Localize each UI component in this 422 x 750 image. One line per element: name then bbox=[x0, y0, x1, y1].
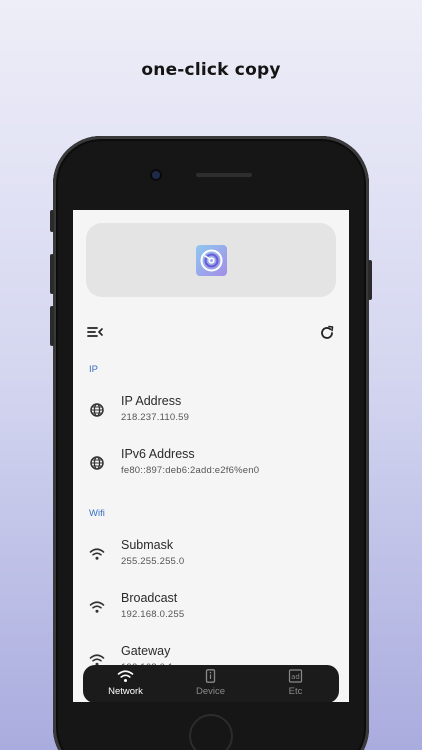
front-camera bbox=[152, 171, 160, 179]
toolbar bbox=[73, 320, 349, 348]
ad-icon: ad bbox=[287, 669, 304, 683]
list-item-ip-address[interactable]: IP Address 218.237.110.59 bbox=[73, 386, 349, 439]
row-title: Broadcast bbox=[121, 591, 178, 605]
wifi-icon bbox=[89, 546, 105, 562]
row-value: 192.168.0.255 bbox=[121, 609, 185, 620]
section-header-ip: IP bbox=[89, 364, 98, 375]
list-item-broadcast[interactable]: Broadcast 192.168.0.255 bbox=[73, 583, 349, 636]
list-item-submask[interactable]: Submask 255.255.255.0 bbox=[73, 530, 349, 583]
row-value: 218.237.110.59 bbox=[121, 412, 190, 423]
wifi-icon bbox=[89, 599, 105, 615]
tab-etc[interactable]: ad Etc bbox=[253, 665, 338, 702]
mute-switch bbox=[50, 210, 54, 232]
svg-text:ad: ad bbox=[291, 673, 300, 681]
section-header-wifi: Wifi bbox=[89, 508, 105, 519]
globe-icon bbox=[89, 455, 105, 471]
volume-down-button bbox=[50, 306, 54, 346]
wifi-icon bbox=[117, 669, 134, 683]
globe-icon bbox=[89, 402, 105, 418]
earpiece-speaker bbox=[196, 173, 252, 177]
row-title: Submask bbox=[121, 538, 174, 552]
app-banner bbox=[86, 223, 336, 297]
row-value: 255.255.255.0 bbox=[121, 556, 185, 567]
app-screen: IP IP Address 218.237.110.59 IPv6 Addres… bbox=[73, 210, 349, 702]
list-item-ipv6-address[interactable]: IPv6 Address fe80::897:deb6:2add:e2f6%en… bbox=[73, 439, 349, 492]
power-button bbox=[368, 260, 372, 300]
tab-label: Device bbox=[195, 686, 226, 697]
tab-device[interactable]: Device bbox=[168, 665, 253, 702]
row-title: Gateway bbox=[121, 644, 171, 658]
home-button[interactable] bbox=[189, 714, 233, 750]
network-info-list: IP IP Address 218.237.110.59 IPv6 Addres… bbox=[73, 348, 349, 689]
app-logo-icon bbox=[196, 245, 227, 276]
phone-frame: IP IP Address 218.237.110.59 IPv6 Addres… bbox=[50, 136, 372, 750]
row-title: IPv6 Address bbox=[121, 447, 195, 461]
menu-collapse-icon[interactable] bbox=[87, 325, 103, 344]
tab-network[interactable]: Network bbox=[83, 665, 168, 702]
tab-label: Etc bbox=[288, 686, 303, 697]
bottom-tab-bar: Network Device ad Etc bbox=[83, 665, 339, 702]
device-info-icon bbox=[202, 669, 219, 683]
tab-label: Network bbox=[108, 686, 143, 697]
refresh-icon[interactable] bbox=[319, 325, 335, 346]
row-title: IP Address bbox=[121, 394, 182, 408]
headline: one-click copy bbox=[141, 60, 281, 80]
row-value: fe80::897:deb6:2add:e2f6%en0 bbox=[121, 465, 260, 476]
volume-up-button bbox=[50, 254, 54, 294]
